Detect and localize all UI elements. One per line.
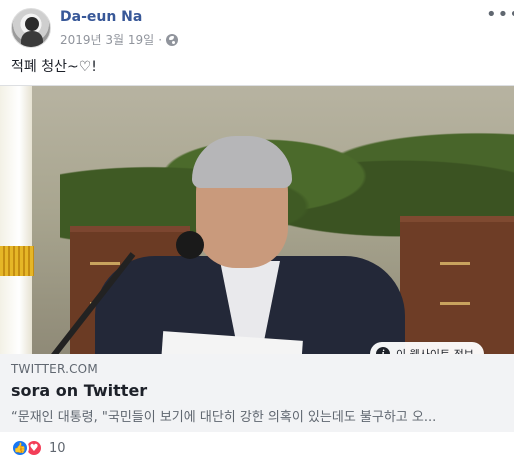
link-domain: TWITTER.COM — [11, 362, 98, 376]
author-avatar[interactable] — [11, 8, 51, 48]
author-name[interactable]: Da-eun Na — [60, 9, 142, 25]
info-icon: i — [376, 347, 390, 354]
globe-icon[interactable] — [166, 33, 179, 46]
like-icon: 👍 — [11, 439, 29, 457]
post-meta: 2019년 3월 19일 · — [60, 31, 179, 48]
meta-separator: · — [158, 32, 163, 47]
link-preview-card[interactable]: i 이 웹사이트 정보 TWITTER.COM sora on Twitter … — [0, 85, 514, 432]
website-info-button[interactable]: i 이 웹사이트 정보 — [370, 342, 484, 354]
reaction-count: 10 — [49, 440, 66, 456]
link-preview-body[interactable]: TWITTER.COM sora on Twitter “문재인 대통령, "국… — [0, 354, 514, 432]
reaction-icons: 👍 ♥ — [11, 439, 43, 457]
website-info-label: 이 웹사이트 정보 — [396, 346, 474, 354]
more-options-icon[interactable]: ••• — [486, 6, 514, 24]
post-date[interactable]: 2019년 3월 19일 — [60, 31, 154, 48]
reaction-summary[interactable]: 👍 ♥ 10 — [11, 439, 66, 457]
link-preview-image[interactable]: i 이 웹사이트 정보 — [0, 86, 514, 354]
link-title[interactable]: sora on Twitter — [11, 381, 503, 400]
link-description: “문재인 대통령, "국민들이 보기에 대단히 강한 의혹이 있는데도 불구하고… — [11, 410, 437, 425]
post-text: 적폐 청산~♡! — [11, 59, 97, 75]
facebook-post: Da-eun Na 2019년 3월 19일 · ••• 적폐 청산~♡! — [0, 0, 514, 470]
